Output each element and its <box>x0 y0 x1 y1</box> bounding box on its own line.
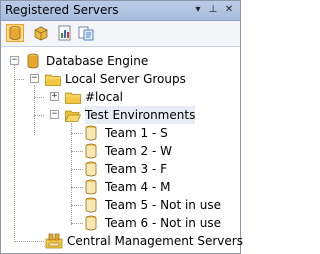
tree-node-label: Team 4 - M <box>105 180 171 194</box>
close-icon[interactable]: ✕ <box>223 4 235 16</box>
folder-icon <box>65 92 81 104</box>
tree-node-server[interactable]: Team 2 - W <box>1 142 240 160</box>
tree-node-server[interactable]: Team 6 - Not in use <box>1 214 240 232</box>
tree-line <box>71 133 83 134</box>
tree-line <box>71 205 83 206</box>
tree-node-label: Local Server Groups <box>65 72 186 86</box>
tree-node-label: Team 6 - Not in use <box>105 216 221 230</box>
central-management-servers-icon <box>45 233 63 249</box>
integration-services-button[interactable] <box>77 24 95 42</box>
analysis-services-icon <box>34 26 48 41</box>
tree-node-label: Test Environments <box>85 106 196 124</box>
analysis-services-button[interactable] <box>32 24 50 42</box>
panel-title-bar[interactable]: Registered Servers ▾ ⊥ ✕ <box>1 1 240 21</box>
server-registration-icon <box>85 161 97 177</box>
tree-line <box>71 187 83 188</box>
pin-icon[interactable]: ⊥ <box>207 4 219 16</box>
integration-services-icon <box>78 26 94 41</box>
tree-node-test-environments[interactable]: − Test Environments <box>1 106 240 124</box>
tree-node-label: Team 5 - Not in use <box>105 198 221 212</box>
tree-line <box>71 151 83 152</box>
tree-node-label: Central Management Servers <box>67 234 243 248</box>
folder-icon <box>45 74 61 86</box>
folder-open-icon <box>65 110 81 122</box>
tree-node-label: Team 1 - S <box>105 126 168 140</box>
tree-node-local-server-groups[interactable]: − Local Server Groups <box>1 70 240 88</box>
expand-toggle[interactable]: + <box>50 92 59 101</box>
tree-node-database-engine[interactable]: − Database Engine <box>1 52 240 70</box>
tree-node-label: #local <box>85 90 124 104</box>
tree-node-label: Database Engine <box>46 54 149 68</box>
window-position-dropdown-icon[interactable]: ▾ <box>192 4 204 16</box>
tree-line <box>71 169 83 170</box>
database-engine-icon <box>27 53 39 69</box>
server-registration-icon <box>85 197 97 213</box>
tree-node-local[interactable]: + #local <box>1 88 240 106</box>
database-engine-icon <box>9 26 21 40</box>
collapse-toggle[interactable]: − <box>10 56 19 65</box>
tree-node-label: Team 3 - F <box>105 162 168 176</box>
registered-servers-tree: − Database Engine − Local Server Groups … <box>1 47 243 253</box>
server-type-toolbar <box>1 21 240 47</box>
tree-node-server[interactable]: Team 3 - F <box>1 160 240 178</box>
server-registration-icon <box>85 143 97 159</box>
tree-node-server[interactable]: Team 4 - M <box>1 178 240 196</box>
database-engine-button[interactable] <box>6 24 24 42</box>
tree-node-central-management-servers[interactable]: Central Management Servers <box>1 232 243 250</box>
server-registration-icon <box>85 125 97 141</box>
server-registration-icon <box>85 215 97 231</box>
reporting-services-button[interactable] <box>56 24 74 42</box>
registered-servers-panel: Registered Servers ▾ ⊥ ✕ − Database Engi… <box>0 0 243 254</box>
collapse-toggle[interactable]: − <box>30 74 39 83</box>
collapse-toggle[interactable]: − <box>50 110 59 119</box>
tree-node-server[interactable]: Team 5 - Not in use <box>1 196 240 214</box>
tree-node-label: Team 2 - W <box>105 144 172 158</box>
reporting-services-icon <box>58 25 71 41</box>
tree-line <box>71 223 83 224</box>
server-registration-icon <box>85 179 97 195</box>
tree-node-server[interactable]: Team 1 - S <box>1 124 240 142</box>
panel-title: Registered Servers <box>5 3 119 17</box>
